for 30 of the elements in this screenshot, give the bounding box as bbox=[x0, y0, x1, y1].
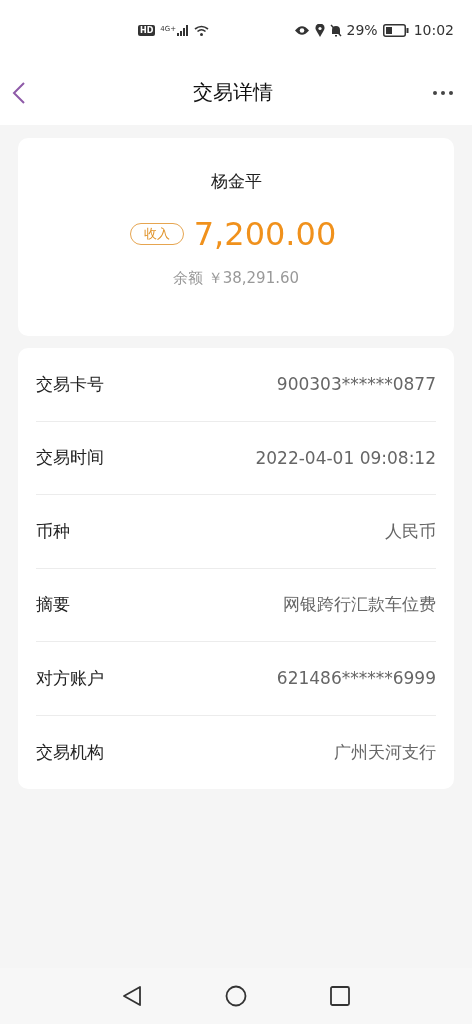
hd-badge: HD bbox=[138, 24, 156, 36]
detail-label: 交易机构 bbox=[36, 740, 104, 764]
detail-label: 交易时间 bbox=[36, 446, 104, 470]
battery-icon bbox=[382, 23, 409, 37]
detail-value: 人民币 bbox=[385, 519, 436, 543]
payer-name: 杨金平 bbox=[210, 170, 262, 193]
detail-value: 621486******6999 bbox=[276, 668, 436, 689]
eye-icon bbox=[293, 24, 310, 36]
page-title: 交易详情 bbox=[193, 79, 273, 106]
balance-text: 余额 ￥38,291.60 bbox=[172, 269, 300, 288]
location-icon bbox=[314, 23, 325, 37]
detail-label: 币种 bbox=[36, 519, 70, 543]
detail-label: 对方账户 bbox=[36, 666, 104, 690]
wifi-icon bbox=[194, 24, 210, 36]
battery-percent: 29% bbox=[346, 22, 378, 38]
back-icon[interactable] bbox=[12, 80, 26, 105]
amount-text: 7,200.00 bbox=[193, 215, 337, 253]
more-icon[interactable] bbox=[432, 89, 454, 96]
home-nav-icon[interactable] bbox=[225, 985, 247, 1007]
detail-label: 交易卡号 bbox=[36, 372, 104, 396]
back-nav-icon[interactable] bbox=[121, 985, 142, 1007]
recents-nav-icon[interactable] bbox=[330, 986, 351, 1006]
clock-time: 10:02 bbox=[413, 22, 454, 38]
signal-icon bbox=[177, 24, 190, 36]
detail-value: 900303******0877 bbox=[276, 374, 436, 395]
detail-value: 网银跨行汇款车位费 bbox=[283, 593, 436, 617]
detail-value: 广州天河支行 bbox=[334, 740, 436, 764]
bell-off-icon bbox=[329, 23, 342, 37]
detail-label: 摘要 bbox=[36, 593, 70, 617]
detail-value: 2022-04-01 09:08:12 bbox=[255, 447, 436, 468]
